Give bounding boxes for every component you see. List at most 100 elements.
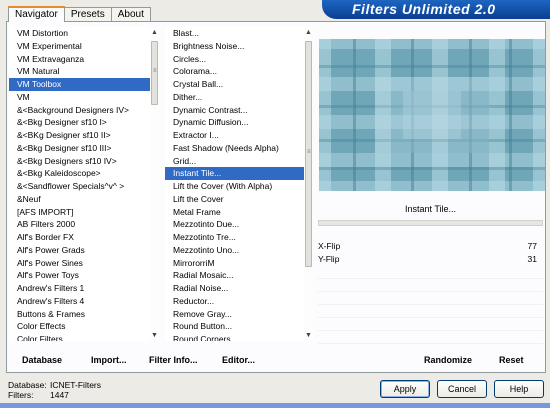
tile-center	[403, 91, 461, 139]
filter-item[interactable]: Radial Noise...	[165, 282, 313, 295]
param-row-empty	[318, 305, 543, 318]
brand-title: Filters Unlimited 2.0	[322, 0, 550, 19]
category-item[interactable]: &<Bkg Kaleidoscope>	[9, 167, 159, 180]
filter-item[interactable]: Mezzotinto Due...	[165, 218, 313, 231]
filters-count-value: 1447	[50, 390, 69, 400]
filters-unlimited-window: Filters Unlimited 2.0 Navigator Presets …	[0, 0, 550, 408]
category-item[interactable]: &<BKg Designer sf10 II>	[9, 129, 159, 142]
param-value[interactable]: 31	[528, 253, 537, 266]
param-row-x-flip[interactable]: X-Flip 77	[318, 240, 543, 253]
panel-button-row: Database Import... Filter Info... Editor…	[7, 352, 547, 372]
category-item[interactable]: VM Distortion	[9, 27, 159, 40]
database-label: Database:	[8, 380, 47, 390]
filter-item[interactable]: Crystal Ball...	[165, 78, 313, 91]
category-item[interactable]: Andrew's Filters 4	[9, 295, 159, 308]
filter-item[interactable]: Extractor I...	[165, 129, 313, 142]
category-item[interactable]: VM	[9, 91, 159, 104]
reset-button[interactable]: Reset	[499, 352, 524, 368]
filter-item[interactable]: Dither...	[165, 91, 313, 104]
tab-presets[interactable]: Presets	[63, 7, 112, 22]
filter-item[interactable]: Grid...	[165, 155, 313, 168]
scroll-up-icon[interactable]: ▲	[150, 28, 159, 37]
filter-item[interactable]: Mezzotinto Tre...	[165, 231, 313, 244]
category-item[interactable]: VM Toolbox	[9, 78, 159, 91]
filter-item[interactable]: MirrororriM	[165, 257, 313, 270]
filter-item[interactable]: Lift the Cover (With Alpha)	[165, 180, 313, 193]
filter-item[interactable]: Remove Gray...	[165, 308, 313, 321]
param-row-empty	[318, 331, 543, 344]
filter-item[interactable]: Metal Frame	[165, 206, 313, 219]
parameter-track-fill	[319, 221, 542, 225]
filter-item[interactable]: Mezzotinto Uno...	[165, 244, 313, 257]
param-row-y-flip[interactable]: Y-Flip 31	[318, 253, 543, 266]
navigator-panel: VM Distortion VM Experimental VM Extravaga…	[6, 21, 546, 373]
category-item[interactable]: &<Bkg Designer sf10 I>	[9, 116, 159, 129]
category-item[interactable]: [AFS IMPORT]	[9, 206, 159, 219]
apply-button[interactable]: Apply	[380, 380, 430, 398]
category-item[interactable]: &<Bkg Designers sf10 IV>	[9, 155, 159, 168]
category-item[interactable]: VM Extravaganza	[9, 53, 159, 66]
filter-info-button[interactable]: Filter Info...	[149, 352, 198, 368]
help-button[interactable]: Help	[494, 380, 544, 398]
selected-filter-name: Instant Tile...	[318, 200, 543, 218]
filter-item[interactable]: Dynamic Contrast...	[165, 104, 313, 117]
category-item[interactable]: &Neuf	[9, 193, 159, 206]
filter-item[interactable]: Reductor...	[165, 295, 313, 308]
filter-scroll-thumb[interactable]: ≡	[305, 41, 312, 267]
randomize-button[interactable]: Randomize	[424, 352, 472, 368]
filter-item[interactable]: Radial Mosaic...	[165, 269, 313, 282]
filter-item[interactable]: Colorama...	[165, 65, 313, 78]
category-scroll-thumb[interactable]: ≡	[151, 41, 158, 105]
param-value[interactable]: 77	[528, 240, 537, 253]
database-info: Database: ICNET-Filters Filters: 1447	[8, 380, 101, 400]
category-item[interactable]: Alf's Power Grads	[9, 244, 159, 257]
category-item[interactable]: Alf's Power Sines	[9, 257, 159, 270]
category-item[interactable]: VM Natural	[9, 65, 159, 78]
category-item[interactable]: &<Bkg Designer sf10 III>	[9, 142, 159, 155]
filter-item[interactable]: Lift the Cover	[165, 193, 313, 206]
preview-image	[319, 39, 545, 191]
category-item[interactable]: Alf's Power Toys	[9, 269, 159, 282]
param-row-empty	[318, 266, 543, 279]
param-row-empty	[318, 279, 543, 292]
category-list[interactable]: VM Distortion VM Experimental VM Extravaga…	[9, 27, 159, 341]
parameter-list: X-Flip 77 Y-Flip 31	[318, 240, 543, 344]
category-item[interactable]: Color Effects	[9, 320, 159, 333]
param-row-empty	[318, 292, 543, 305]
import-button[interactable]: Import...	[91, 352, 127, 368]
scroll-down-icon[interactable]: ▼	[150, 331, 159, 340]
scroll-up-icon[interactable]: ▲	[304, 28, 313, 37]
editor-button[interactable]: Editor...	[222, 352, 255, 368]
category-item[interactable]: Buttons & Frames	[9, 308, 159, 321]
param-row-empty	[318, 318, 543, 331]
window-bottom-edge	[0, 403, 550, 408]
filter-item[interactable]: Fast Shadow (Needs Alpha)	[165, 142, 313, 155]
scroll-down-icon[interactable]: ▼	[304, 331, 313, 340]
category-scrollbar[interactable]: ▲ ≡ ▼	[150, 27, 159, 341]
filter-item[interactable]: Circles...	[165, 53, 313, 66]
filter-item[interactable]: Brightness Noise...	[165, 40, 313, 53]
param-label: X-Flip	[318, 241, 341, 251]
category-item[interactable]: Alf's Border FX	[9, 231, 159, 244]
tab-navigator[interactable]: Navigator	[8, 6, 65, 22]
cancel-button[interactable]: Cancel	[437, 380, 487, 398]
category-item[interactable]: &<Background Designers IV>	[9, 104, 159, 117]
filter-item[interactable]: Blast...	[165, 27, 313, 40]
filter-item[interactable]: Instant Tile...	[165, 167, 313, 180]
filter-item[interactable]: Dynamic Diffusion...	[165, 116, 313, 129]
grip-icon: ≡	[307, 149, 311, 155]
tile-pattern-preview	[319, 39, 545, 191]
category-item[interactable]: AB Filters 2000	[9, 218, 159, 231]
category-item[interactable]: &<Sandflower Specials^v^ >	[9, 180, 159, 193]
filter-list[interactable]: Blast... Brightness Noise... Circles... Col…	[165, 27, 313, 341]
tab-bar: Navigator Presets About	[8, 6, 151, 22]
category-item[interactable]: Andrew's Filters 1	[9, 282, 159, 295]
tab-about[interactable]: About	[110, 7, 151, 22]
filter-item[interactable]: Round Corners	[165, 333, 313, 341]
parameter-track[interactable]	[318, 220, 543, 226]
database-button[interactable]: Database	[22, 352, 62, 368]
category-item[interactable]: VM Experimental	[9, 40, 159, 53]
filter-scrollbar[interactable]: ▲ ≡ ▼	[304, 27, 313, 341]
filter-item[interactable]: Round Button...	[165, 320, 313, 333]
category-item[interactable]: Color Filters	[9, 333, 159, 341]
